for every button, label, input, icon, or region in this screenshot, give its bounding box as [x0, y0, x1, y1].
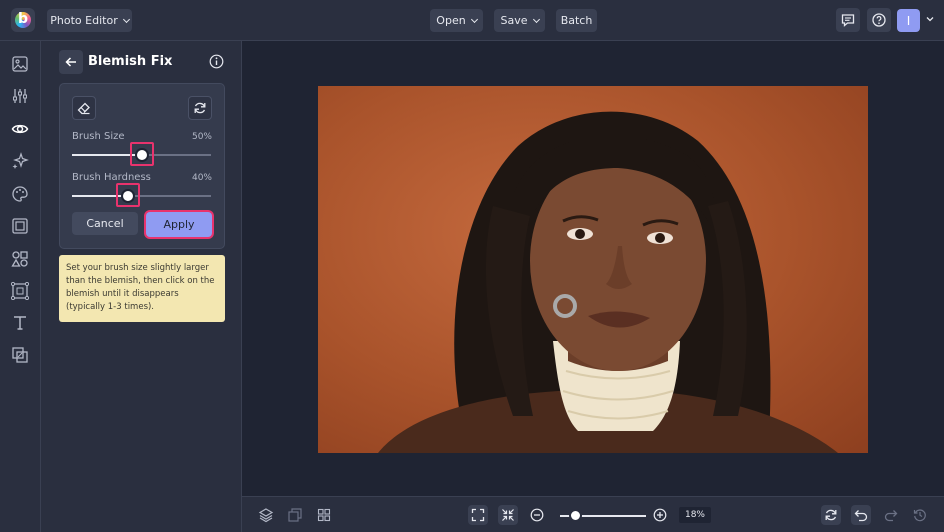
save-label: Save — [500, 14, 528, 27]
eye-icon[interactable] — [11, 120, 29, 138]
zoom-out-icon — [530, 508, 544, 522]
actual-size-button[interactable] — [498, 505, 518, 525]
eraser-button[interactable] — [72, 96, 96, 120]
chevron-down-icon[interactable] — [926, 15, 934, 23]
expand-icon — [471, 508, 485, 522]
portrait-illustration — [378, 111, 838, 453]
logo-letter: b — [17, 11, 29, 27]
layers-button[interactable] — [256, 505, 276, 525]
batch-button[interactable]: Batch — [556, 9, 597, 32]
zoom-in-icon — [653, 508, 667, 522]
compare-button[interactable] — [285, 505, 305, 525]
help-icon — [872, 13, 886, 27]
info-icon[interactable] — [209, 54, 224, 69]
chevron-down-icon — [122, 15, 130, 23]
zoom-in-button[interactable] — [650, 505, 670, 525]
cancel-button[interactable]: Cancel — [72, 212, 138, 235]
brush-size-label: Brush Size — [72, 131, 125, 142]
refresh-icon — [194, 102, 206, 114]
bottom-bar: 18% — [242, 496, 944, 532]
zoom-out-button[interactable] — [527, 505, 547, 525]
zoom-slider[interactable] — [560, 509, 646, 522]
blemish-fix-panel: Blemish Fix Brush Size 50% Brush Hardnes… — [41, 41, 242, 532]
history-icon — [913, 509, 926, 522]
eraser-icon — [77, 102, 90, 115]
save-button[interactable]: Save — [494, 9, 545, 32]
frame-icon[interactable] — [11, 217, 29, 235]
refresh-icon — [825, 509, 837, 521]
zoom-value[interactable]: 18% — [679, 507, 711, 523]
zoom-handle[interactable] — [569, 509, 583, 522]
brush-hardness-slider[interactable] — [72, 183, 211, 207]
panel-title: Blemish Fix — [88, 54, 173, 69]
image-icon[interactable] — [11, 55, 29, 73]
avatar[interactable]: I — [897, 9, 920, 32]
app-menu-label: Photo Editor — [50, 14, 118, 27]
open-button[interactable]: Open — [430, 9, 483, 32]
overlay-icon[interactable] — [11, 346, 29, 364]
help-button[interactable] — [867, 8, 891, 32]
brush-hardness-handle[interactable] — [120, 189, 135, 203]
undo-icon — [854, 510, 868, 522]
adjust-sliders-icon[interactable] — [11, 87, 29, 105]
rotate-button[interactable] — [821, 505, 841, 525]
top-bar: b Photo Editor Open Save Batch I — [0, 0, 944, 41]
comment-icon — [841, 14, 855, 27]
collapse-icon — [502, 509, 514, 521]
brush-hardness-value: 40% — [191, 173, 212, 183]
brush-hardness-label: Brush Hardness — [72, 172, 151, 183]
sparkle-icon[interactable] — [11, 152, 29, 170]
grid-icon — [317, 508, 331, 522]
redo-icon — [884, 510, 898, 522]
brush-settings-card: Brush Size 50% Brush Hardness 40% Cancel… — [59, 83, 225, 249]
fit-screen-button[interactable] — [468, 505, 488, 525]
brush-size-slider[interactable] — [72, 142, 211, 166]
portrait-photo[interactable] — [318, 86, 868, 453]
brush-size-handle[interactable] — [134, 148, 149, 162]
reset-button[interactable] — [188, 96, 212, 120]
redo-button[interactable] — [881, 505, 901, 525]
layers-icon — [258, 508, 274, 523]
open-label: Open — [436, 14, 466, 27]
texture-icon[interactable] — [11, 282, 29, 300]
grid-button[interactable] — [314, 505, 334, 525]
batch-label: Batch — [560, 14, 593, 27]
arrow-left-icon — [65, 57, 76, 67]
tip-box: Set your brush size slightly larger than… — [59, 255, 225, 322]
history-button[interactable] — [910, 505, 930, 525]
palette-icon[interactable] — [11, 185, 29, 203]
apply-button[interactable]: Apply — [146, 212, 212, 237]
app-logo[interactable]: b — [11, 8, 35, 32]
compare-icon — [288, 508, 302, 522]
left-toolbar — [0, 41, 41, 532]
text-icon[interactable] — [11, 314, 29, 332]
undo-button[interactable] — [851, 505, 871, 525]
brush-size-value: 50% — [191, 132, 212, 142]
chevron-down-icon — [470, 15, 478, 23]
app-menu-button[interactable]: Photo Editor — [47, 9, 132, 32]
chevron-down-icon — [532, 15, 540, 23]
shapes-icon[interactable] — [11, 250, 29, 268]
comment-button[interactable] — [836, 8, 860, 32]
back-button[interactable] — [59, 50, 83, 74]
